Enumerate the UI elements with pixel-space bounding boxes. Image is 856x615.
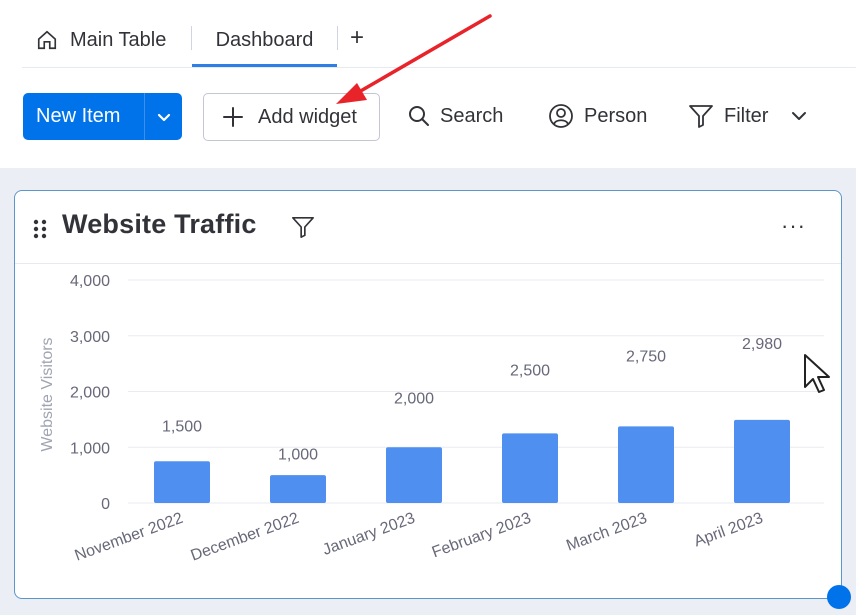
x-tick-label: February 2023 [430, 510, 534, 562]
mouse-cursor-icon [804, 354, 830, 393]
x-tick-label: January 2023 [320, 510, 417, 559]
x-tick-label: March 2023 [564, 510, 649, 555]
bar [502, 433, 558, 503]
bar [734, 419, 790, 503]
y-tick-label: 0 [101, 496, 110, 513]
resize-handle[interactable] [827, 585, 851, 609]
y-tick-label: 4,000 [70, 273, 110, 290]
data-label: 2,980 [742, 336, 782, 353]
y-tick-label: 3,000 [70, 329, 110, 346]
x-tick-label: November 2022 [73, 510, 186, 565]
y-tick-label: 1,000 [70, 440, 110, 457]
x-tick-label: December 2022 [189, 510, 302, 565]
bar [618, 426, 674, 503]
bar [386, 447, 442, 503]
data-label: 1,500 [162, 418, 202, 435]
bar [270, 475, 326, 503]
y-axis-label: Website Visitors [39, 337, 56, 451]
data-label: 1,000 [278, 446, 318, 463]
data-label: 2,000 [394, 391, 434, 408]
bar [154, 461, 210, 503]
y-tick-label: 2,000 [70, 385, 110, 402]
data-label: 2,750 [626, 349, 666, 366]
bar-chart: 0 1,000 2,000 3,000 4,000 Website Visitors 1,5… [39, 273, 824, 565]
data-label: 2,500 [510, 363, 550, 380]
x-tick-label: April 2023 [692, 510, 766, 551]
